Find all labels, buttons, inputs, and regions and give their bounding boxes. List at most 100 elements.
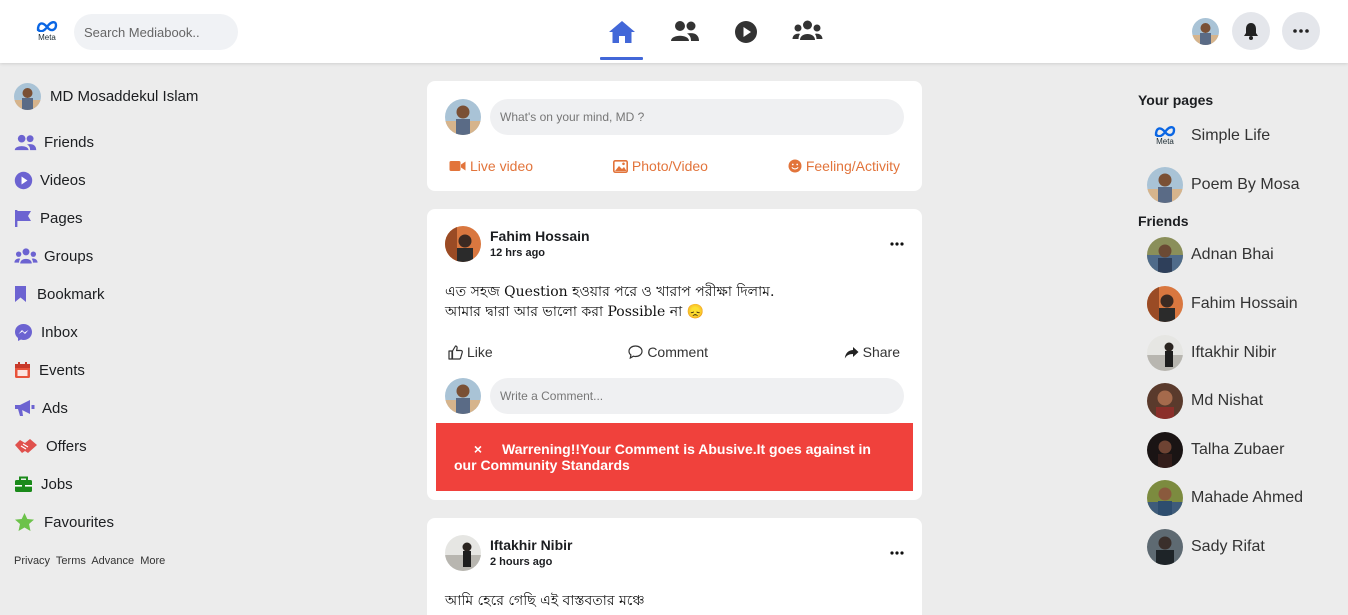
bell-icon <box>1244 23 1258 40</box>
avatar <box>1147 383 1183 420</box>
photo-video-button[interactable]: Photo/Video <box>612 157 708 175</box>
sidebar-item-offers[interactable]: Offers <box>14 427 234 465</box>
live-video-button[interactable]: Live video <box>449 157 533 175</box>
avatar <box>1147 286 1183 323</box>
footer-link-advance[interactable]: Advance <box>91 555 134 567</box>
left-sidebar: MD Mosaddekul Islam Friends Videos Pages… <box>14 82 234 567</box>
sidebar-item-groups[interactable]: Groups <box>14 237 234 275</box>
friend-name: Iftakhir Nibir <box>1191 343 1277 361</box>
avatar[interactable] <box>445 535 481 571</box>
pages-list: Meta Simple Life Poem By Mosa <box>1138 112 1338 209</box>
friend-name: Fahim Hossain <box>1191 295 1298 313</box>
meta-logo-icon: Meta <box>1147 118 1183 154</box>
sidebar-item-label: Offers <box>46 437 87 455</box>
close-warning-button[interactable]: × <box>454 441 502 457</box>
calendar-icon <box>14 359 33 381</box>
footer-link-privacy[interactable]: Privacy <box>14 555 50 567</box>
friend-item[interactable]: Mahade Ahmed <box>1138 474 1338 523</box>
post-timestamp: 2 hours ago <box>490 556 553 568</box>
comment-bubble-icon <box>628 345 643 359</box>
more-dots-icon <box>1293 29 1309 33</box>
meta-logo-icon <box>36 21 58 32</box>
thumbs-up-icon <box>448 344 463 360</box>
post-header: Fahim Hossain 12 hrs ago <box>445 226 590 262</box>
bookmark-icon <box>14 283 31 305</box>
friend-name: Adnan Bhai <box>1191 246 1274 264</box>
live-video-label: Live video <box>470 158 534 174</box>
post-author[interactable]: Iftakhir Nibir <box>490 536 572 554</box>
comment-button[interactable]: Comment <box>628 343 708 361</box>
logo-text: Meta <box>38 33 56 42</box>
sidebar-item-label: Inbox <box>41 323 78 341</box>
share-button[interactable]: Share <box>844 343 900 361</box>
avatar <box>1147 529 1183 566</box>
status-input[interactable] <box>490 99 904 135</box>
like-button[interactable]: Like <box>448 343 493 361</box>
avatar <box>445 99 481 135</box>
sidebar-item-friends[interactable]: Friends <box>14 123 234 161</box>
sidebar-item-pages[interactable]: Pages <box>14 199 234 237</box>
page-logo-text: Meta <box>1156 137 1174 147</box>
post-actions: Like Comment Share <box>448 343 900 361</box>
friend-name: Md Nishat <box>1191 392 1264 410</box>
sidebar-item-inbox[interactable]: Inbox <box>14 313 234 351</box>
smiley-icon <box>788 159 802 173</box>
sidebar-item-videos[interactable]: Videos <box>14 161 234 199</box>
more-options-button[interactable] <box>1282 12 1320 50</box>
friends-icon <box>671 21 699 41</box>
sidebar-item-ads[interactable]: Ads <box>14 389 234 427</box>
avatar[interactable] <box>445 226 481 262</box>
page-name: Simple Life <box>1191 127 1271 145</box>
comment-label: Comment <box>647 344 708 360</box>
post-menu-button[interactable] <box>888 237 906 251</box>
friends-heading: Friends <box>1138 213 1189 230</box>
friend-item[interactable]: Iftakhir Nibir <box>1138 328 1338 377</box>
post-timestamp: 12 hrs ago <box>490 247 546 259</box>
nav-tab-home[interactable] <box>600 20 644 60</box>
post-author[interactable]: Fahim Hossain <box>490 227 590 245</box>
post-menu-button[interactable] <box>888 546 906 560</box>
footer-link-more[interactable]: More <box>140 555 165 567</box>
sidebar-item-favourites[interactable]: Favourites <box>14 503 234 541</box>
sidebar-profile[interactable]: MD Mosaddekul Islam <box>14 82 234 110</box>
notifications-button[interactable] <box>1232 12 1270 50</box>
friend-item[interactable]: Md Nishat <box>1138 377 1338 426</box>
more-dots-icon <box>890 242 904 246</box>
footer-link-terms[interactable]: Terms <box>56 555 86 567</box>
top-navbar: Meta <box>0 0 1348 63</box>
megaphone-icon <box>14 397 36 419</box>
friend-item[interactable]: Talha Zubaer <box>1138 426 1338 475</box>
friends-icon <box>14 131 38 153</box>
avatar <box>1192 18 1219 45</box>
right-sidebar: Your pages Meta Simple Life Poem By Mosa… <box>1138 92 1338 571</box>
friend-name: Talha Zubaer <box>1191 440 1285 458</box>
page-item[interactable]: Meta Simple Life <box>1138 112 1338 161</box>
post-card: Fahim Hossain 12 hrs ago এত সহজ Question… <box>427 209 922 500</box>
sidebar-item-events[interactable]: Events <box>14 351 234 389</box>
friend-item[interactable]: Fahim Hossain <box>1138 280 1338 329</box>
friends-list: Adnan Bhai Fahim Hossain Iftakhir Nibir … <box>1138 231 1338 571</box>
friend-item[interactable]: Sady Rifat <box>1138 523 1338 572</box>
avatar <box>1147 166 1183 203</box>
nav-tab-groups[interactable] <box>785 20 829 60</box>
composer-actions: Live video Photo/Video Feeling/Activity <box>449 157 900 175</box>
groups-icon <box>14 245 38 267</box>
search-input[interactable] <box>74 14 238 50</box>
sidebar-item-bookmark[interactable]: Bookmark <box>14 275 234 313</box>
avatar <box>445 378 481 414</box>
avatar <box>1147 334 1183 371</box>
meta-logo[interactable]: Meta <box>34 20 60 44</box>
nav-tab-friends[interactable] <box>663 20 707 60</box>
sidebar-item-label: Ads <box>42 399 68 417</box>
avatar <box>1147 237 1183 274</box>
sidebar-item-jobs[interactable]: Jobs <box>14 465 234 503</box>
nav-tab-watch[interactable] <box>724 20 768 60</box>
feeling-activity-button[interactable]: Feeling/Activity <box>788 157 900 175</box>
messenger-icon <box>14 321 35 343</box>
friend-item[interactable]: Adnan Bhai <box>1138 231 1338 280</box>
page-item[interactable]: Poem By Mosa <box>1138 161 1338 210</box>
sidebar-item-label: Favourites <box>44 513 115 531</box>
comment-input[interactable] <box>490 378 904 414</box>
profile-avatar-button[interactable] <box>1192 18 1219 45</box>
like-label: Like <box>467 344 493 360</box>
